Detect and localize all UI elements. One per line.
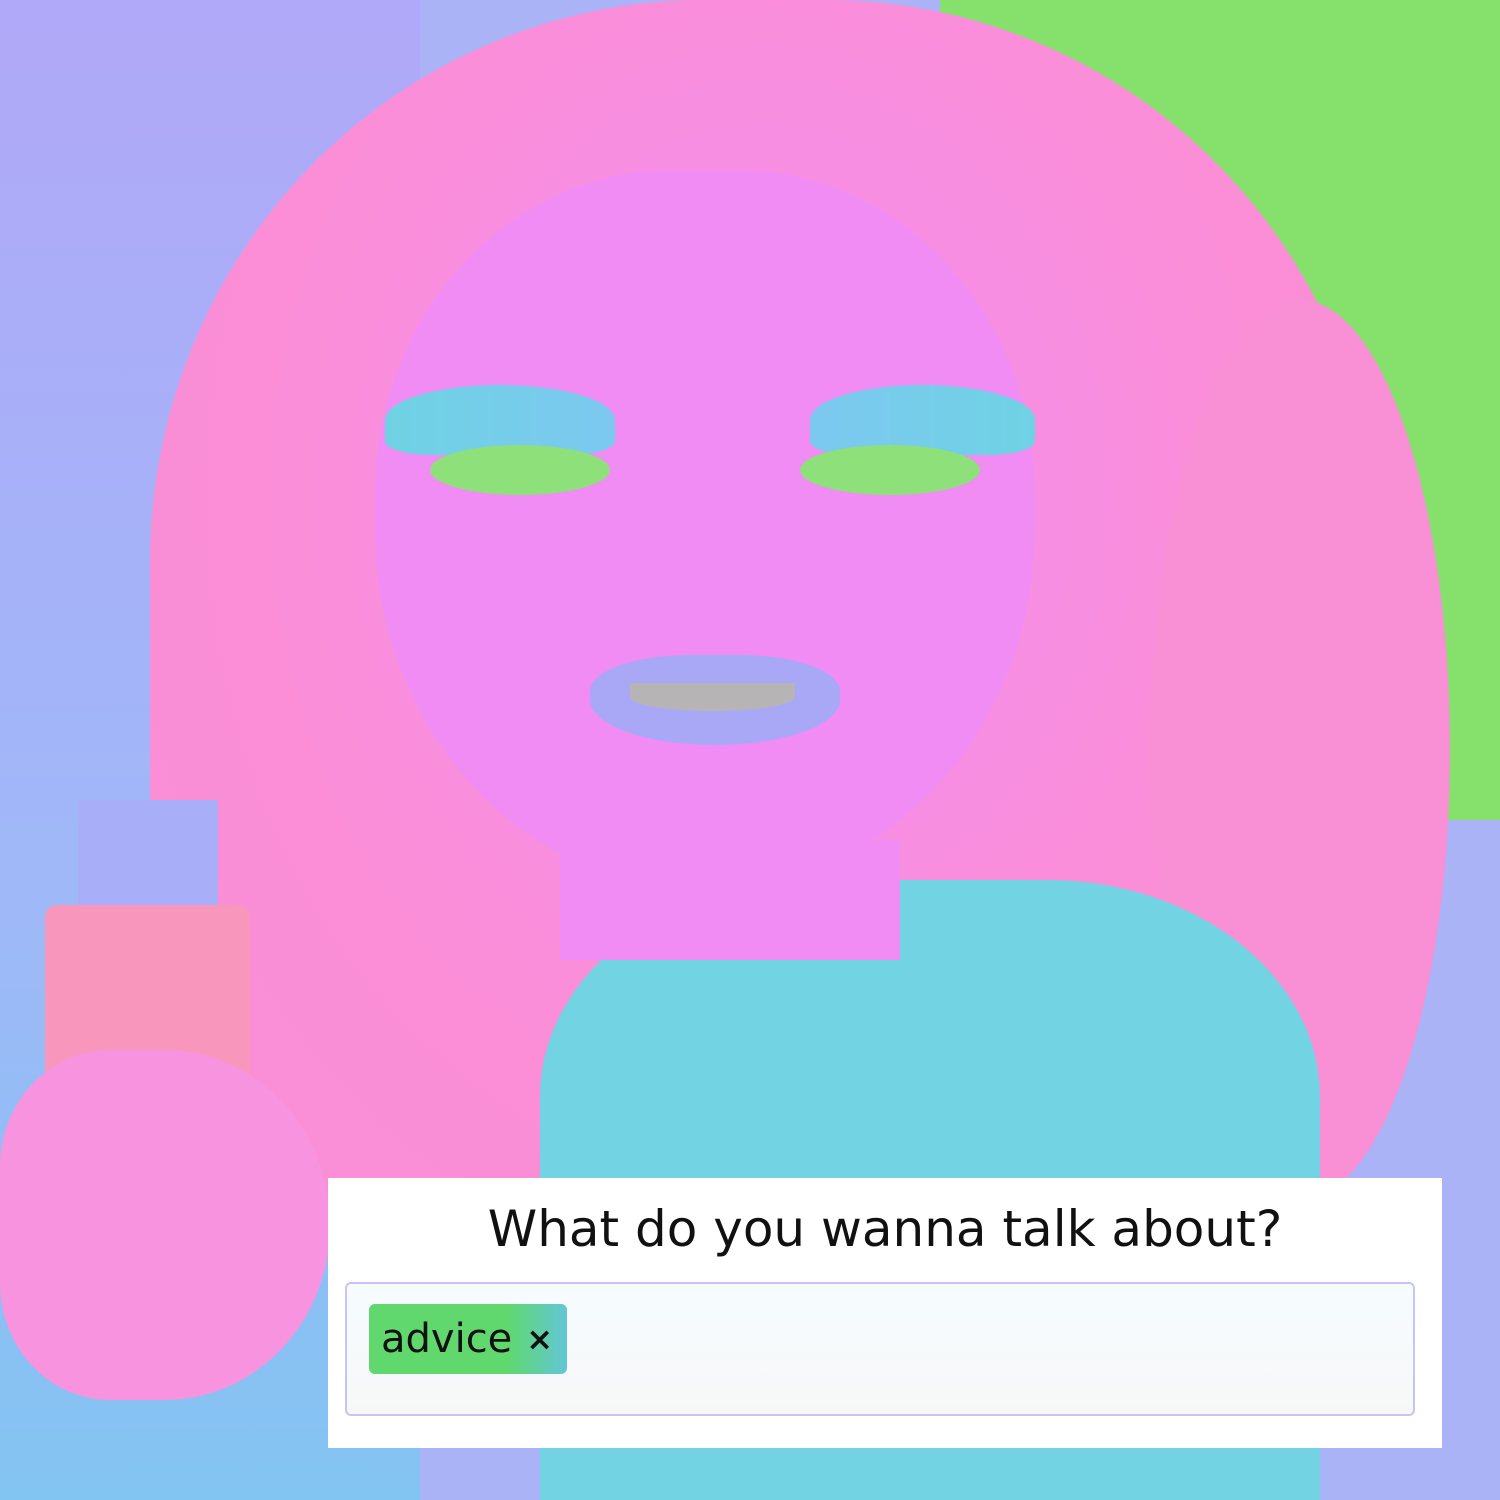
tag-label: advice [381,1316,513,1362]
eye-left [430,445,610,495]
eye-right [800,445,980,495]
tag-chip[interactable]: advice × [369,1304,568,1374]
prompt-title: What do you wanna talk about? [487,1200,1283,1258]
tag-input[interactable]: advice × [345,1282,1415,1416]
hand [0,1050,330,1400]
bottle-cap [78,800,218,920]
face [375,170,1035,890]
eyeshadow-right [810,385,1035,455]
eyeshadow-left [385,385,615,455]
close-icon[interactable]: × [526,1320,553,1358]
topic-panel: What do you wanna talk about? advice × [328,1178,1442,1448]
mouth [630,683,795,711]
